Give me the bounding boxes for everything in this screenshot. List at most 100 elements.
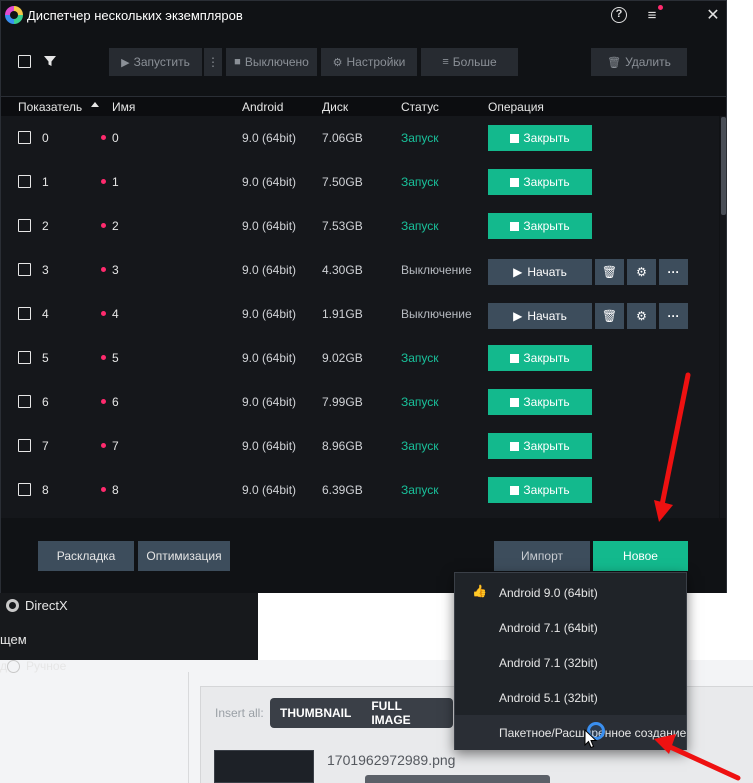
manual-label: Ручное: [26, 659, 67, 673]
start-instance-button[interactable]: ▶ Начать: [488, 259, 592, 285]
status-dot-icon: [101, 267, 106, 272]
mouse-cursor-icon: [584, 729, 598, 749]
more-button[interactable]: ≡ Больше: [421, 48, 518, 76]
instance-settings-button[interactable]: ⚙: [627, 259, 656, 285]
stop-icon: [510, 133, 520, 143]
table-row[interactable]: 0 0 9.0 (64bit) 7.06GB Запуск Закрыть: [1, 116, 719, 160]
instance-more-button[interactable]: ···: [659, 259, 688, 285]
thumbnail-button[interactable]: THUMBNAIL: [270, 706, 361, 720]
row-index: 6: [42, 395, 49, 409]
new-instance-dropdown: 👍 Android 9.0 (64bit) Android 7.1 (64bit…: [454, 572, 687, 750]
row-disk-size: 4.30GB: [322, 263, 363, 277]
delete-button[interactable]: 🗑 Удалить: [591, 48, 687, 76]
row-checkbox[interactable]: [18, 483, 31, 496]
row-android-version: 9.0 (64bit): [242, 351, 297, 365]
new-instance-button[interactable]: Новое: [593, 541, 688, 571]
close-instance-button[interactable]: Закрыть: [488, 125, 592, 151]
column-name-header[interactable]: Имя: [112, 100, 135, 114]
close-icon[interactable]: ✕: [703, 6, 723, 26]
import-button[interactable]: Импорт: [494, 541, 590, 571]
stop-icon: [510, 353, 520, 363]
background-button[interactable]: [365, 775, 550, 783]
insert-button-group: THUMBNAIL FULL IMAGE: [270, 698, 453, 728]
select-all-checkbox[interactable]: [18, 55, 31, 68]
image-filename: 1701962972989.png: [327, 752, 456, 768]
scrollbar-thumb[interactable]: [721, 117, 726, 215]
row-disk-size: 6.39GB: [322, 483, 363, 497]
dropdown-item-android-5-32[interactable]: Android 5.1 (32bit): [455, 680, 686, 715]
row-checkbox[interactable]: [18, 131, 31, 144]
row-status: Запуск: [401, 175, 439, 189]
row-checkbox[interactable]: [18, 439, 31, 452]
table-row[interactable]: 3 3 9.0 (64bit) 4.30GB Выключение ▶ Начать 🗑 ⚙ ··…: [1, 248, 719, 292]
table-row[interactable]: 8 8 9.0 (64bit) 6.39GB Запуск Закрыть: [1, 468, 719, 512]
close-instance-button[interactable]: Закрыть: [488, 169, 592, 195]
close-instance-button[interactable]: Закрыть: [488, 433, 592, 459]
title-bar: Диспетчер нескольких экземпляров ? ≡ ✕: [1, 1, 726, 31]
dropdown-item-batch-create[interactable]: Пакетное/Расширенное создание: [455, 715, 686, 750]
row-checkbox[interactable]: [18, 175, 31, 188]
row-android-version: 9.0 (64bit): [242, 483, 297, 497]
row-checkbox[interactable]: [18, 307, 31, 320]
column-status-header[interactable]: Статус: [401, 100, 439, 114]
close-instance-button[interactable]: Закрыть: [488, 345, 592, 371]
help-icon[interactable]: ?: [611, 7, 627, 23]
thumbs-up-icon: 👍: [472, 584, 487, 598]
row-disk-size: 7.53GB: [322, 219, 363, 233]
table-row[interactable]: 5 5 9.0 (64bit) 9.02GB Запуск Закрыть: [1, 336, 719, 380]
row-disk-size: 8.96GB: [322, 439, 363, 453]
layout-button[interactable]: Раскладка: [38, 541, 134, 571]
filter-icon[interactable]: [43, 54, 57, 68]
close-instance-button[interactable]: Закрыть: [488, 213, 592, 239]
row-checkbox[interactable]: [18, 219, 31, 232]
close-instance-button[interactable]: Закрыть: [488, 389, 592, 415]
row-index: 0: [42, 131, 49, 145]
row-android-version: 9.0 (64bit): [242, 219, 297, 233]
full-image-button[interactable]: FULL IMAGE: [361, 699, 453, 727]
row-status: Выключение: [401, 307, 472, 321]
background-settings-panel: DirectX щем д Ручное: [0, 590, 258, 673]
column-disk-header[interactable]: Диск: [322, 100, 348, 114]
close-instance-button[interactable]: Закрыть: [488, 477, 592, 503]
launch-button[interactable]: ▶ Запустить: [109, 48, 202, 76]
dropdown-item-android-7-64[interactable]: Android 7.1 (64bit): [455, 610, 686, 645]
delete-instance-button[interactable]: 🗑: [595, 259, 624, 285]
play-icon: ▶: [513, 265, 523, 279]
instance-table: 0 0 9.0 (64bit) 7.06GB Запуск Закрыть 1 1 9.0 (6…: [1, 116, 719, 518]
row-android-version: 9.0 (64bit): [242, 131, 297, 145]
dropdown-item-label: Android 7.1 (64bit): [499, 620, 598, 635]
stop-icon: ■: [234, 56, 241, 68]
row-checkbox[interactable]: [18, 351, 31, 364]
table-row[interactable]: 4 4 9.0 (64bit) 1.91GB Выключение ▶ Начать 🗑 ⚙ ··…: [1, 292, 719, 336]
directx-radio[interactable]: [6, 598, 19, 612]
image-thumbnail[interactable]: [214, 750, 314, 783]
instance-settings-button[interactable]: ⚙: [627, 303, 656, 329]
table-row[interactable]: 6 6 9.0 (64bit) 7.99GB Запуск Закрыть: [1, 380, 719, 424]
insert-all-label: Insert all:: [215, 706, 264, 720]
table-row[interactable]: 1 1 9.0 (64bit) 7.50GB Запуск Закрыть: [1, 160, 719, 204]
delete-instance-button[interactable]: 🗑: [595, 303, 624, 329]
settings-button[interactable]: ⚙ Настройки: [321, 48, 417, 76]
power-off-button[interactable]: ■ Выключено: [226, 48, 317, 76]
manual-radio[interactable]: [7, 659, 21, 673]
table-row[interactable]: 7 7 9.0 (64bit) 8.96GB Запуск Закрыть: [1, 424, 719, 468]
dropdown-item-android-9-64[interactable]: 👍 Android 9.0 (64bit): [455, 575, 686, 610]
row-checkbox[interactable]: [18, 263, 31, 276]
sort-ascending-icon[interactable]: [91, 102, 99, 107]
column-index-header[interactable]: Показатель: [18, 100, 82, 114]
launch-options-button[interactable]: ⋮: [204, 48, 222, 76]
column-operation-header: Операция: [488, 100, 544, 114]
row-name: 4: [112, 307, 119, 321]
row-checkbox[interactable]: [18, 395, 31, 408]
table-row[interactable]: 2 2 9.0 (64bit) 7.53GB Запуск Закрыть: [1, 204, 719, 248]
start-instance-button[interactable]: ▶ Начать: [488, 303, 592, 329]
background-divider: [188, 672, 189, 783]
row-name: 8: [112, 483, 119, 497]
dropdown-item-android-7-32[interactable]: Android 7.1 (32bit): [455, 645, 686, 680]
row-status: Запуск: [401, 351, 439, 365]
column-android-header[interactable]: Android: [242, 100, 283, 114]
gear-icon: ⚙: [332, 56, 343, 69]
stop-icon: [510, 177, 520, 187]
optimize-button[interactable]: Оптимизация: [138, 541, 230, 571]
instance-more-button[interactable]: ···: [659, 303, 688, 329]
